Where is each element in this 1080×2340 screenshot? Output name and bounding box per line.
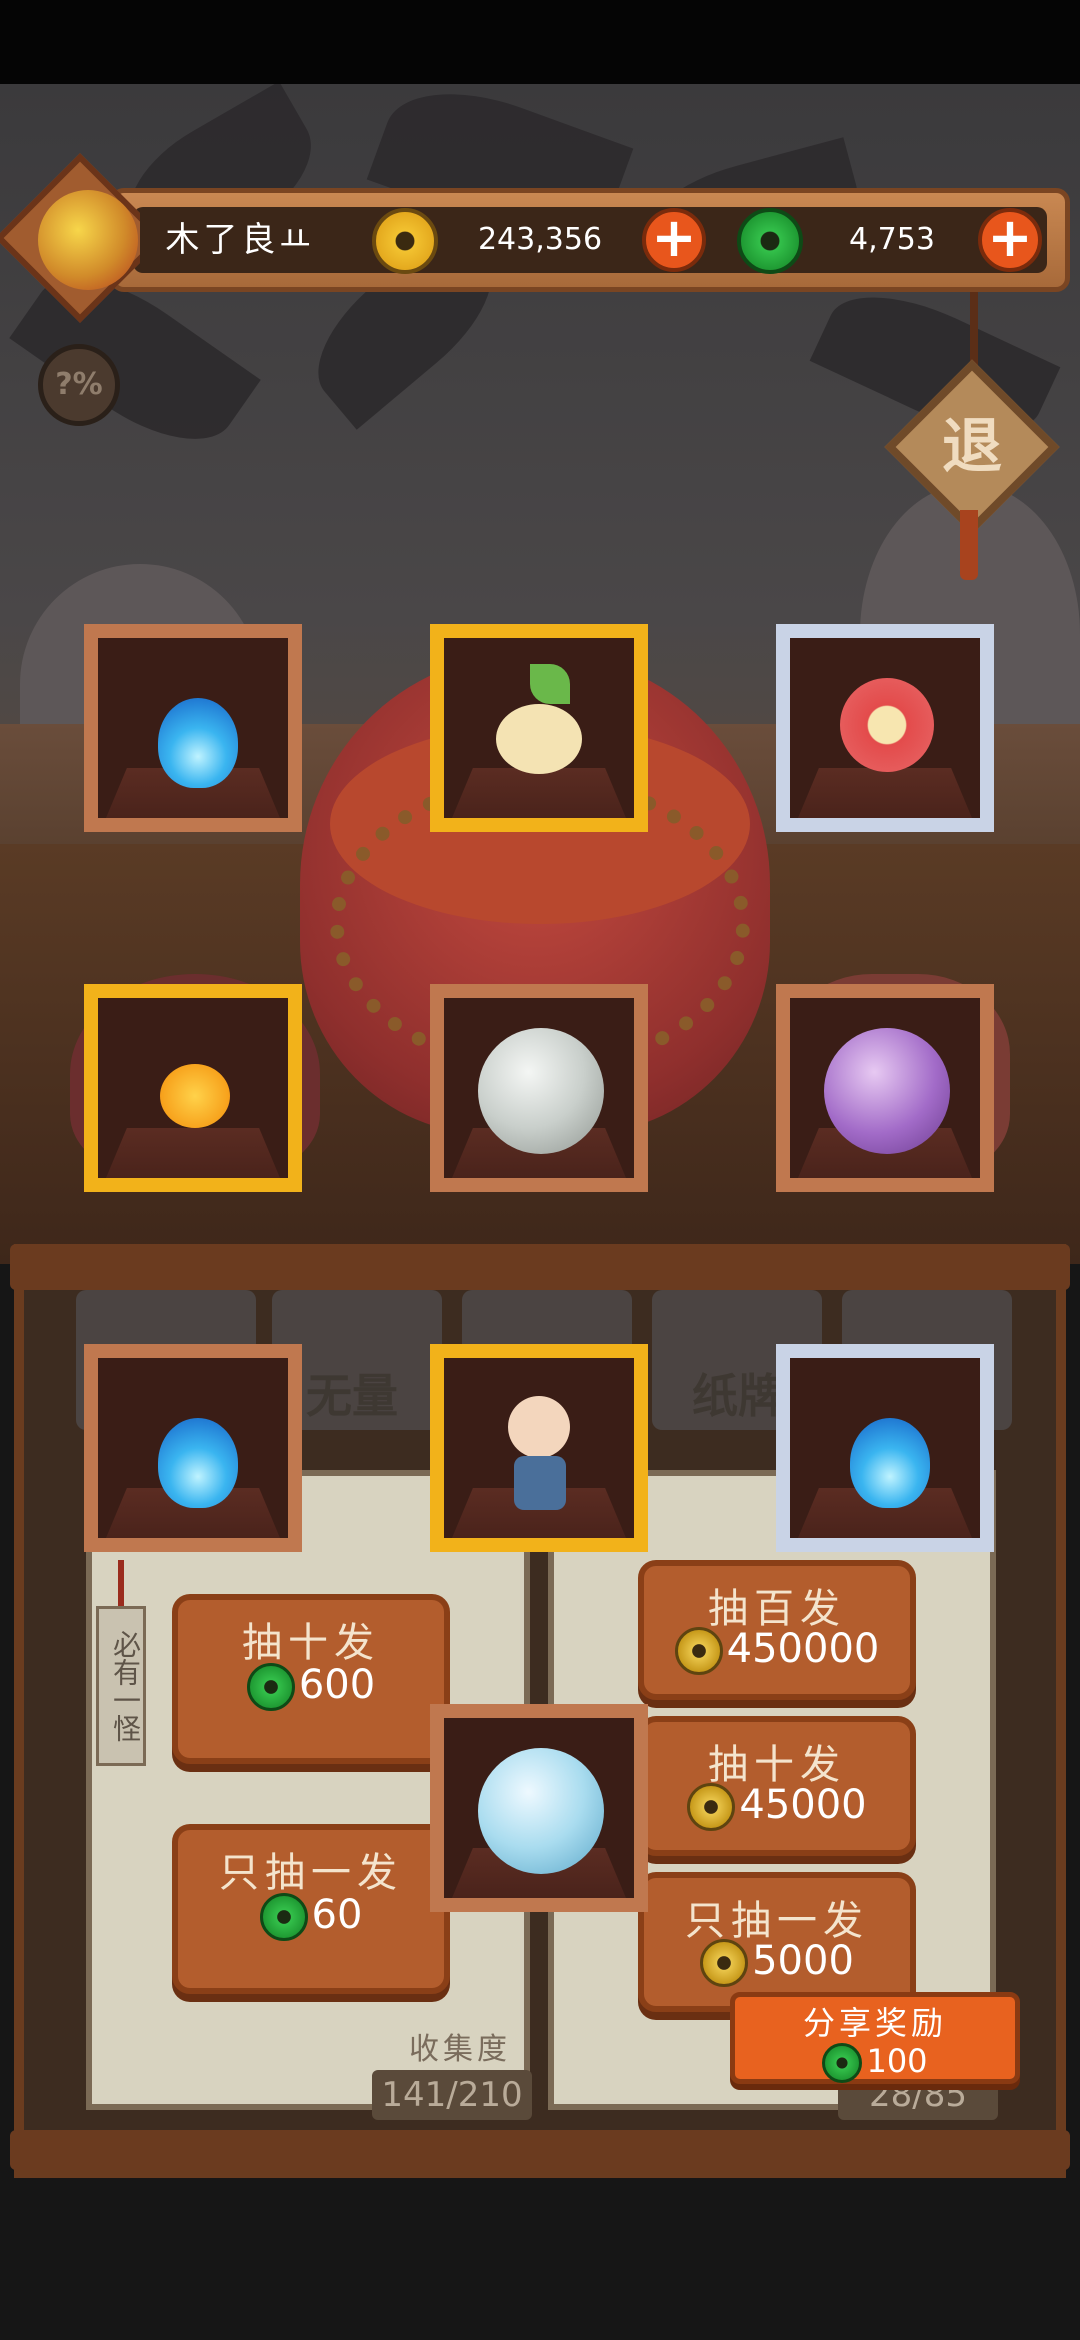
jade-draw-ten-button[interactable]: 抽十发 600: [172, 1594, 450, 1764]
reward-slot: [84, 1344, 302, 1552]
gold-coin-icon: [674, 1627, 723, 1675]
reward-slot: [430, 1704, 648, 1912]
reward-slot: [430, 624, 648, 832]
tab-wuliang-label: 无量: [306, 1369, 398, 1423]
boy-character-icon: [508, 1396, 570, 1458]
leaf-icon: [530, 664, 570, 704]
guarantee-tag: 必有一怪: [96, 1606, 146, 1766]
tag-string: [118, 1560, 124, 1610]
reward-slot: [776, 984, 994, 1192]
player-name: 木了良ㅛ: [140, 212, 340, 268]
panel-frame-bottom: [10, 2130, 1070, 2170]
draw-cost-value: 450000: [726, 1626, 880, 1672]
gold-coin-icon: [700, 1939, 749, 1987]
tab-zhipai-label: 纸牌: [692, 1369, 784, 1423]
gold-draw-hundred-button[interactable]: 抽百发 450000: [638, 1560, 916, 1700]
reward-slot: [776, 1344, 994, 1552]
draw-cost-value: 60: [311, 1892, 363, 1938]
jade-coin-icon: [737, 208, 803, 274]
fire-spirit-icon: [160, 1064, 230, 1128]
draw-cost: 450000: [644, 1626, 910, 1675]
reward-slot: [84, 984, 302, 1192]
plum-blossom-spirit-icon: [840, 678, 934, 772]
status-bar: [0, 0, 1080, 84]
jade-coin-icon: [246, 1663, 295, 1711]
gold-draw-ten-button[interactable]: 抽十发 45000: [638, 1716, 916, 1856]
avatar[interactable]: [38, 190, 138, 290]
jade-coin-icon: [822, 2043, 863, 2083]
jade-draw-one-button[interactable]: 只抽一发 60: [172, 1824, 450, 1994]
draw-cost: 45000: [644, 1782, 910, 1831]
draw-cost-value: 600: [298, 1662, 376, 1708]
reward-slot: [430, 984, 648, 1192]
collection-label: 收集度: [409, 2032, 511, 2067]
gold-amount: 243,356: [477, 222, 603, 257]
share-reward-label: 分享奖励: [802, 2004, 947, 2042]
share-reward-amount: 100: [730, 2042, 1020, 2083]
blue-flame-icon: [850, 1418, 930, 1508]
gold-draw-one-button[interactable]: 只抽一发 5000: [638, 1872, 916, 2012]
gold-coin-icon: [372, 208, 438, 274]
draw-title: 抽十发: [242, 1620, 380, 1666]
panel-frame-top: [10, 1244, 1070, 1290]
draw-cost: 60: [178, 1892, 444, 1941]
jade-amount: 4,753: [849, 222, 935, 257]
player-name-text: 木了良: [165, 220, 280, 260]
collection-progress-left: 141/210: [372, 2070, 532, 2120]
draw-cost: 5000: [644, 1938, 910, 1987]
reward-slot: [84, 624, 302, 832]
add-gold-button[interactable]: +: [642, 208, 706, 272]
drop-rate-button[interactable]: ?%: [38, 344, 120, 426]
boy-character-body: [514, 1456, 566, 1510]
share-reward-value: 100: [866, 2042, 928, 2080]
draw-cost: 600: [178, 1662, 444, 1711]
reward-slot: [430, 1344, 648, 1552]
bottom-empty-area: [0, 2178, 1080, 2340]
exit-button-label: 退: [942, 412, 1002, 482]
reward-slot: [776, 624, 994, 832]
draw-cost-value: 5000: [752, 1938, 854, 1984]
player-name-suffix: ㅛ: [279, 220, 315, 260]
snowflake-orb-icon: [478, 1748, 604, 1874]
draw-cost-value: 45000: [739, 1782, 867, 1828]
jade-coin-icon: [259, 1893, 308, 1941]
exit-tassel: [960, 510, 978, 580]
gold-coin-icon: [687, 1783, 736, 1831]
tornado-orb-icon: [478, 1028, 604, 1154]
blue-flame-icon: [158, 1418, 238, 1508]
add-jade-button[interactable]: +: [978, 208, 1042, 272]
purple-mushroom-orb-icon: [824, 1028, 950, 1154]
leaf-sprout-spirit-icon: [496, 704, 582, 774]
draw-title: 只抽一发: [219, 1850, 403, 1896]
blue-flame-icon: [158, 698, 238, 788]
